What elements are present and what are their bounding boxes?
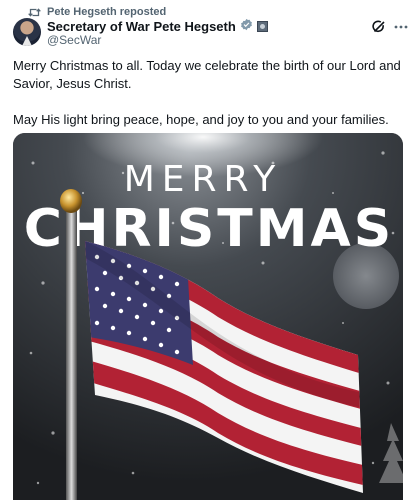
verified-badge-icon: [240, 18, 253, 34]
image-heading-line1: MERRY: [124, 159, 283, 200]
more-options-icon[interactable]: [393, 19, 409, 35]
tweet[interactable]: Pete Hegseth reposted Secretary of War P…: [0, 0, 418, 500]
flagpole-finial: [60, 189, 82, 213]
repost-label[interactable]: Pete Hegseth reposted: [47, 6, 166, 18]
avatar[interactable]: [13, 18, 41, 46]
grok-icon[interactable]: [371, 19, 387, 35]
repost-indicator[interactable]: Pete Hegseth reposted: [28, 5, 166, 19]
author-name-row[interactable]: Secretary of War Pete Hegseth: [47, 18, 268, 34]
post-paragraph-2: May His light bring peace, hope, and joy…: [13, 112, 389, 127]
post-paragraph-1: Merry Christmas to all. Today we celebra…: [13, 58, 401, 91]
post-image[interactable]: MERRY CHRISTMAS: [13, 133, 403, 500]
flagpole: [66, 203, 77, 500]
author-handle[interactable]: @SecWar: [47, 33, 101, 47]
affiliation-badge-icon[interactable]: [256, 20, 268, 32]
post-text: Merry Christmas to all. Today we celebra…: [13, 57, 408, 129]
author-name[interactable]: Secretary of War Pete Hegseth: [47, 19, 236, 34]
repost-icon: [28, 7, 41, 18]
